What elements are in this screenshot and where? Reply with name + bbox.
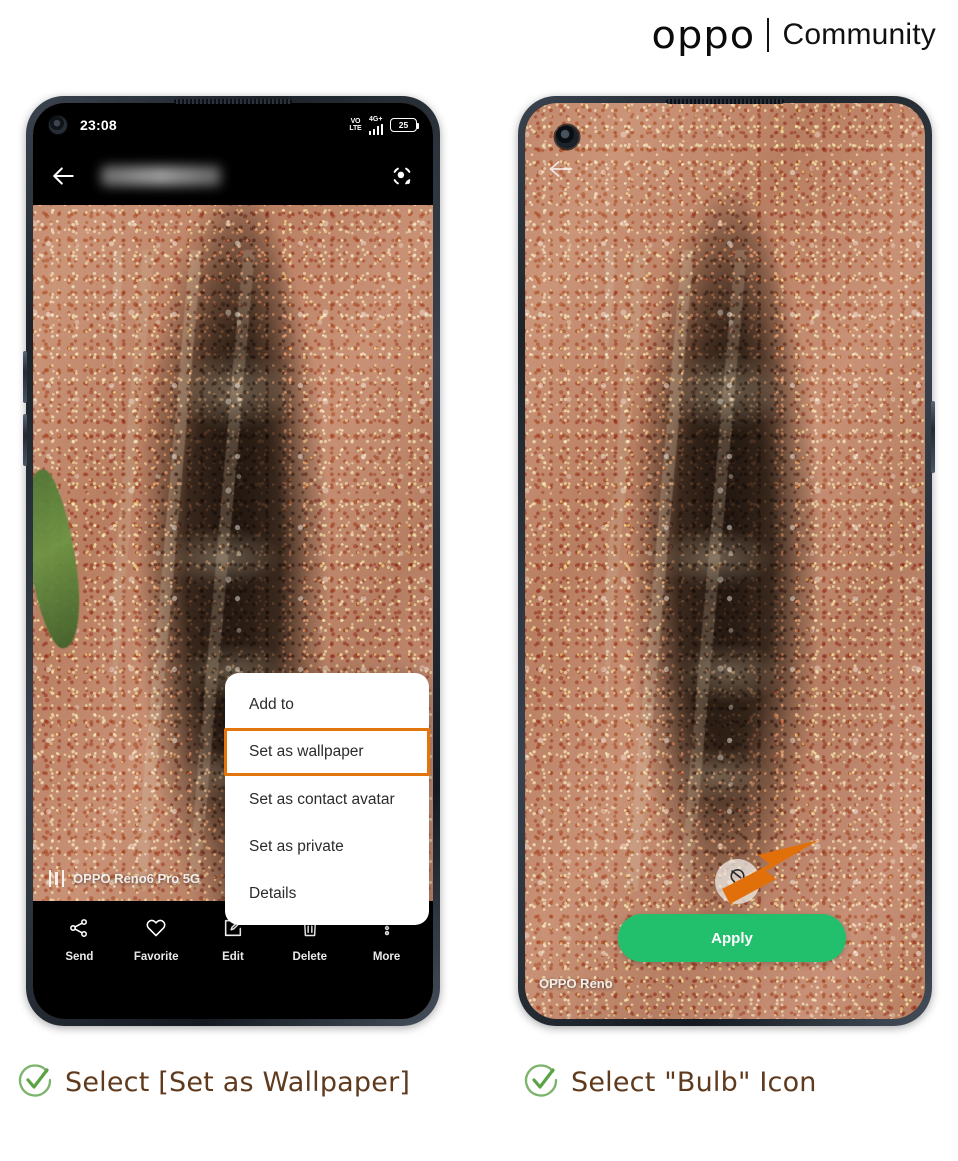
phone-left-screen: OPPO Reno6 Pro 5G 23:08 VO LTE 4G+ 25 Ad… — [33, 103, 433, 1019]
status-time: 23:08 — [80, 117, 117, 133]
brand-separator — [766, 18, 769, 52]
check-circle-icon — [522, 1060, 562, 1105]
check-circle-icon — [16, 1060, 56, 1105]
status-icons: VO LTE 4G+ 25 — [349, 115, 419, 135]
power-button[interactable] — [931, 401, 935, 473]
phone-left: OPPO Reno6 Pro 5G 23:08 VO LTE 4G+ 25 Ad… — [23, 96, 440, 1026]
menu-item-label: Set as private — [249, 837, 344, 855]
oppo-camera-mark-icon — [49, 870, 64, 887]
toolbar-label: Delete — [292, 951, 328, 963]
front-camera-punch-hole-icon — [555, 125, 579, 149]
menu-item-details[interactable]: Details — [225, 870, 429, 917]
photo-watermark: OPPO Reno6 Pro 5G — [49, 870, 200, 887]
menu-item-set-as-wallpaper[interactable]: Set as wallpaper — [224, 728, 430, 776]
back-arrow-icon[interactable] — [51, 163, 77, 189]
toolbar-favorite-button[interactable]: Favorite — [121, 917, 191, 963]
wallpaper-watermark: OPPO Reno — [539, 976, 613, 991]
scan-lens-icon[interactable] — [389, 163, 415, 189]
oppo-logo: oppo — [651, 13, 755, 57]
earpiece-speaker — [666, 99, 784, 104]
apply-label: Apply — [711, 929, 753, 947]
community-label: Community — [782, 18, 936, 51]
context-menu[interactable]: Add to Set as wallpaper Set as contact a… — [224, 673, 430, 925]
menu-item-label: Add to — [249, 695, 294, 713]
page-root: oppo Community OPPO Reno6 Pro 5G 23:08 V… — [0, 0, 958, 1161]
menu-item-add-to[interactable]: Add to — [225, 681, 429, 728]
watermark-text: OPPO Reno — [539, 976, 613, 991]
watermark-text: OPPO Reno6 Pro 5G — [73, 871, 201, 886]
menu-item-label: Set as wallpaper — [249, 743, 364, 760]
app-bar-title-blurred — [101, 166, 221, 186]
menu-item-set-as-private[interactable]: Set as private — [225, 823, 429, 870]
brand-header: oppo Community — [651, 12, 936, 58]
caption-text: Select [Set as Wallpaper] — [65, 1067, 411, 1098]
battery-percent: 25 — [398, 120, 409, 130]
caption-text: Select "Bulb" Icon — [571, 1067, 817, 1098]
caption-left: Select [Set as Wallpaper] — [16, 1060, 410, 1105]
menu-item-set-as-contact-avatar[interactable]: Set as contact avatar — [225, 776, 429, 823]
battery-icon: 25 — [390, 118, 419, 132]
volte-icon: VO LTE — [349, 118, 362, 132]
menu-item-label: Set as contact avatar — [249, 790, 395, 808]
app-bar — [33, 147, 433, 205]
earpiece-speaker — [174, 99, 292, 104]
volume-down-button[interactable] — [23, 414, 27, 466]
annotation-arrow — [718, 838, 822, 910]
network-type-label: 4G+ — [369, 115, 383, 123]
toolbar-send-button[interactable]: Send — [44, 917, 114, 963]
toolbar-label: Favorite — [133, 951, 179, 963]
toolbar-label: Edit — [222, 951, 244, 963]
menu-item-label: Details — [249, 884, 297, 902]
heart-icon — [145, 917, 167, 944]
apply-button[interactable]: Apply — [618, 914, 846, 962]
signal-bars-icon — [368, 123, 383, 135]
caption-right: Select "Bulb" Icon — [522, 1060, 817, 1105]
volume-up-button[interactable] — [23, 351, 27, 403]
front-camera-punch-hole-icon — [49, 116, 67, 134]
share-icon — [68, 917, 90, 944]
back-arrow-icon[interactable] — [547, 155, 575, 177]
status-bar: 23:08 VO LTE 4G+ 25 — [33, 103, 433, 147]
toolbar-label: More — [372, 951, 401, 963]
toolbar-label: Send — [65, 951, 94, 963]
